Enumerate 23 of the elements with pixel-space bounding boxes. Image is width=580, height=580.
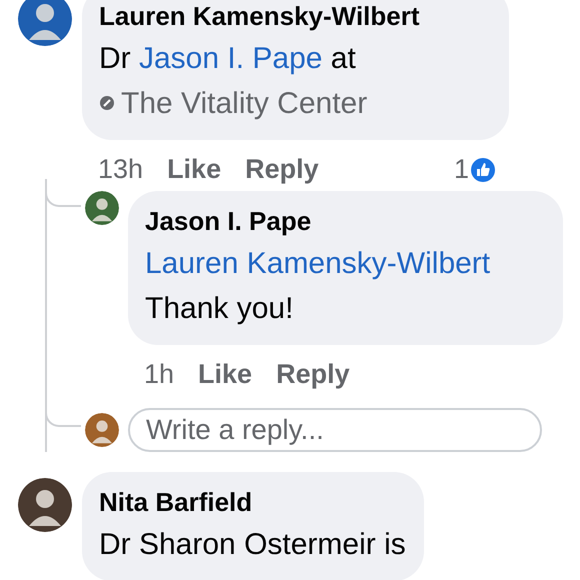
avatar[interactable] (18, 478, 72, 532)
reply-field[interactable]: Write a reply... (128, 408, 542, 452)
mention-link[interactable]: Lauren Kamensky-Wilbert (145, 247, 490, 280)
avatar[interactable] (18, 0, 72, 46)
comment-action-link[interactable]: Reply (276, 359, 350, 390)
like-icon[interactable] (471, 158, 495, 182)
timestamp: 13h (98, 154, 144, 185)
timestamp: 1h (144, 359, 174, 390)
reaction-count: 1 (454, 154, 469, 185)
comment-text: Dr Sharon Ostermeir is (99, 527, 406, 563)
avatar[interactable] (85, 191, 119, 225)
author-name[interactable]: Nita Barfield (99, 486, 406, 518)
place-link[interactable]: The Vitality Center (99, 87, 368, 120)
comment-text: Dr Jason I. Pape at The Vitality Center (99, 41, 368, 122)
author-name[interactable]: Jason I. Pape (145, 205, 545, 237)
comment-action-link[interactable]: Reply (245, 154, 319, 185)
author-name[interactable]: Lauren Kamensky-Wilbert (99, 0, 491, 32)
mention-link[interactable]: Jason I. Pape (139, 42, 322, 75)
comment-action-link[interactable]: Like (198, 359, 252, 390)
place-icon (99, 95, 115, 111)
avatar[interactable] (85, 413, 119, 447)
comment-action-link[interactable]: Like (167, 154, 222, 185)
comment-text: Lauren Kamensky-Wilbert Thank you! (145, 246, 492, 327)
